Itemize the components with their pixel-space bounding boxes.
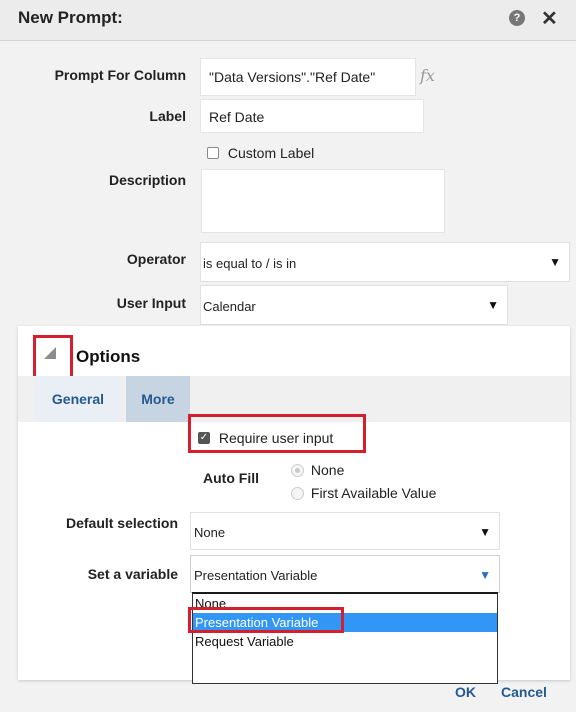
chevron-down-icon: ▼ <box>549 255 561 269</box>
auto-fill-first-label: First Available Value <box>310 485 437 502</box>
tab-general[interactable]: General <box>35 376 121 422</box>
chevron-down-icon: ▼ <box>479 525 491 539</box>
user-input-label: User Input <box>116 295 186 311</box>
dialog-title: New Prompt: <box>18 8 123 27</box>
highlight-box-presentation-variable <box>188 607 344 633</box>
prompt-for-column-value: "Data Versions"."Ref Date" <box>200 58 416 96</box>
label-input[interactable]: Ref Date <box>200 99 424 133</box>
options-title: Options <box>76 347 141 366</box>
custom-label-checkbox[interactable] <box>207 147 219 160</box>
operator-label: Operator <box>126 251 186 267</box>
description-label: Description <box>108 172 186 188</box>
description-textarea[interactable] <box>201 169 445 233</box>
help-icon[interactable]: ? <box>509 10 525 26</box>
label-label: Label <box>149 108 186 124</box>
chevron-down-icon: ▼ <box>479 568 491 582</box>
user-input-select[interactable]: Calendar ▼ <box>200 285 508 325</box>
auto-fill-first-option[interactable]: First Available Value <box>291 484 436 501</box>
chevron-down-icon: ▼ <box>487 298 499 312</box>
default-selection-label: Default selection <box>65 515 178 531</box>
custom-label-text: Custom Label <box>227 145 315 162</box>
close-icon[interactable]: ✕ <box>541 6 558 31</box>
fx-icon[interactable]: fx <box>420 66 435 85</box>
highlight-box-require-input <box>188 414 366 453</box>
operator-value: is equal to / is in <box>203 256 297 271</box>
operator-select[interactable]: is equal to / is in ▼ <box>200 242 570 282</box>
prompt-for-column-label: Prompt For Column <box>54 67 186 83</box>
radio-selected-icon[interactable] <box>291 463 304 477</box>
set-variable-value: Presentation Variable <box>194 568 318 583</box>
ok-button[interactable]: OK <box>455 684 476 700</box>
set-variable-dropdown-list[interactable]: None Presentation Variable Request Varia… <box>192 592 498 684</box>
radio-unselected-icon[interactable] <box>291 486 304 500</box>
cancel-button[interactable]: Cancel <box>501 684 547 700</box>
dropdown-option-request-variable[interactable]: Request Variable <box>193 632 497 651</box>
default-selection-select[interactable]: None ▼ <box>190 512 500 550</box>
auto-fill-label: Auto Fill <box>203 470 259 486</box>
set-variable-label: Set a variable <box>87 566 178 582</box>
auto-fill-none-option[interactable]: None <box>291 461 344 478</box>
highlight-box-collapse <box>33 335 73 381</box>
auto-fill-none-label: None <box>310 462 345 479</box>
default-selection-value: None <box>194 525 226 540</box>
tab-more[interactable]: More <box>126 376 190 422</box>
set-variable-select[interactable]: Presentation Variable ▼ <box>190 555 500 593</box>
custom-label-checkbox-row[interactable]: Custom Label <box>207 144 314 161</box>
user-input-value: Calendar <box>203 299 256 314</box>
